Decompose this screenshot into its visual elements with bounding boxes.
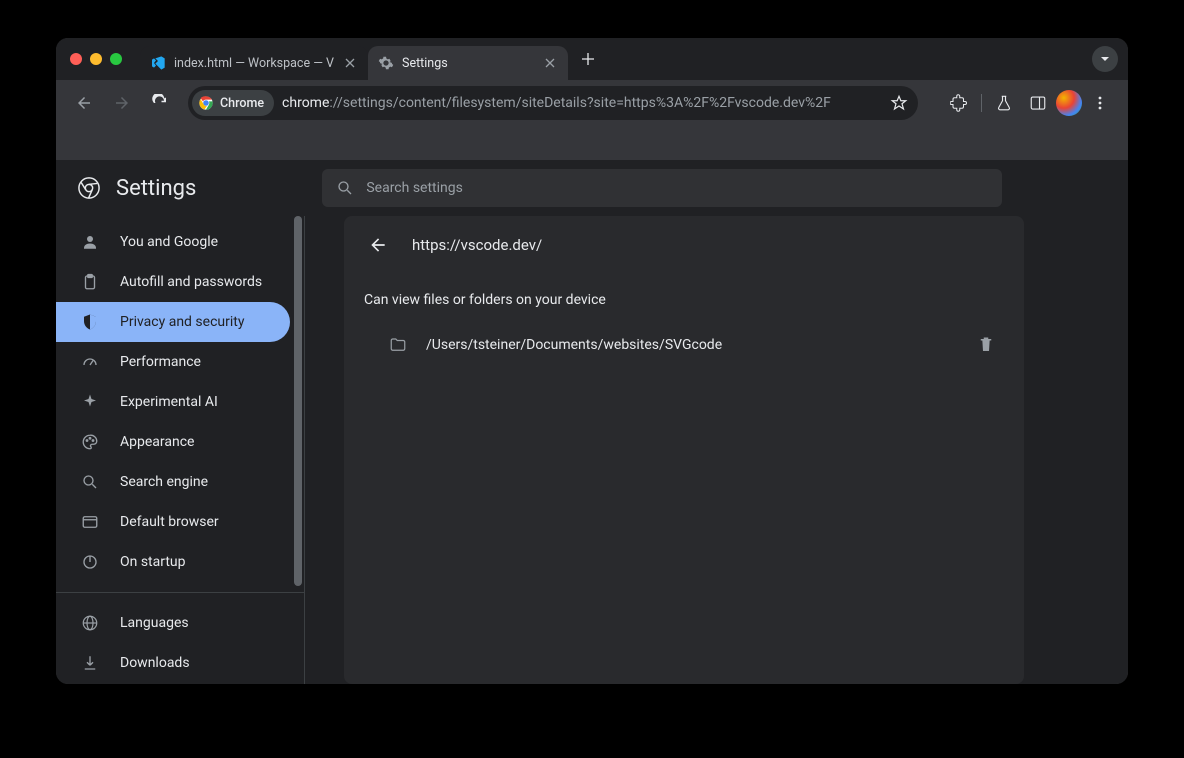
site-url: https://vscode.dev/ xyxy=(412,236,542,254)
search-placeholder: Search settings xyxy=(366,180,463,196)
labs-button[interactable] xyxy=(988,87,1020,119)
url-text: chrome://settings/content/filesystem/sit… xyxy=(282,95,884,111)
profile-avatar[interactable] xyxy=(1056,90,1082,116)
sidebar-item-label: Privacy and security xyxy=(120,314,244,330)
sidebar-item-on-startup[interactable]: On startup xyxy=(56,542,290,582)
sidebar-scrollbar[interactable] xyxy=(292,216,304,684)
divider xyxy=(981,94,982,112)
window-menu-button[interactable] xyxy=(1092,46,1118,72)
section-label: Can view files or folders on your device xyxy=(344,274,1024,318)
palette-icon xyxy=(80,432,100,452)
sidebar-item-label: Performance xyxy=(120,354,201,370)
chrome-logo-icon xyxy=(78,177,100,199)
file-path: /Users/tsteiner/Documents/websites/SVGco… xyxy=(426,337,950,353)
clipboard-icon xyxy=(80,272,100,292)
browser-toolbar: Chrome chrome://settings/content/filesys… xyxy=(56,80,1128,126)
tab-vscode[interactable]: index.html — Workspace — V xyxy=(140,46,368,80)
person-icon xyxy=(80,232,100,252)
sidebar-item-downloads[interactable]: Downloads xyxy=(56,643,290,683)
back-button[interactable] xyxy=(362,229,394,261)
sidebar-item-languages[interactable]: Languages xyxy=(56,603,290,643)
globe-icon xyxy=(80,613,100,633)
menu-button[interactable] xyxy=(1084,87,1116,119)
search-icon xyxy=(80,472,100,492)
back-button[interactable] xyxy=(68,87,100,119)
folder-icon xyxy=(388,336,408,354)
browser-icon xyxy=(80,512,100,532)
power-icon xyxy=(80,552,100,572)
sidebar-item-label: Downloads xyxy=(120,655,190,671)
vscode-icon xyxy=(150,55,166,71)
close-icon[interactable] xyxy=(342,55,358,71)
toolbar-gap xyxy=(56,126,1128,160)
page-title: Settings xyxy=(116,176,196,201)
chip-label: Chrome xyxy=(220,96,264,111)
bookmark-button[interactable] xyxy=(884,94,914,112)
reload-button[interactable] xyxy=(144,87,176,119)
delete-button[interactable] xyxy=(968,327,1004,363)
file-entry-row: /Users/tsteiner/Documents/websites/SVGco… xyxy=(344,318,1024,372)
extensions-button[interactable] xyxy=(943,87,975,119)
sidebar-item-experimental-ai[interactable]: Experimental AI xyxy=(56,382,290,422)
sidebar-item-default-browser[interactable]: Default browser xyxy=(56,502,290,542)
new-tab-button[interactable] xyxy=(574,45,602,73)
download-icon xyxy=(80,653,100,673)
side-panel-button[interactable] xyxy=(1022,87,1054,119)
card-header: https://vscode.dev/ xyxy=(344,216,1024,274)
shield-icon xyxy=(80,312,100,332)
sidebar-item-label: Default browser xyxy=(120,514,219,530)
site-chip[interactable]: Chrome xyxy=(192,90,274,116)
sidebar-item-label: Languages xyxy=(120,615,189,631)
tab-strip: index.html — Workspace — V Settings xyxy=(56,38,1128,80)
sidebar-item-label: Autofill and passwords xyxy=(120,274,262,290)
window-minimize-button[interactable] xyxy=(90,53,102,65)
search-icon xyxy=(336,179,354,197)
sidebar-item-label: On startup xyxy=(120,554,186,570)
forward-button[interactable] xyxy=(106,87,138,119)
divider xyxy=(56,592,304,593)
sidebar-item-label: Experimental AI xyxy=(120,394,218,410)
scrollbar-thumb[interactable] xyxy=(294,216,302,586)
chrome-icon xyxy=(198,95,214,111)
sidebar-item-autofill[interactable]: Autofill and passwords xyxy=(56,262,290,302)
sidebar-item-label: Appearance xyxy=(120,434,194,450)
speed-icon xyxy=(80,352,100,372)
sidebar-item-label: Search engine xyxy=(120,474,208,490)
window-maximize-button[interactable] xyxy=(110,53,122,65)
settings-main-panel: https://vscode.dev/ Can view files or fo… xyxy=(304,216,1128,684)
site-details-card: https://vscode.dev/ Can view files or fo… xyxy=(344,216,1024,684)
browser-window: index.html — Workspace — V Settings xyxy=(56,38,1128,684)
sidebar-item-label: You and Google xyxy=(120,234,218,250)
window-close-button[interactable] xyxy=(70,53,82,65)
close-icon[interactable] xyxy=(542,55,558,71)
divider xyxy=(304,216,305,684)
address-bar[interactable]: Chrome chrome://settings/content/filesys… xyxy=(188,86,918,120)
tab-title: Settings xyxy=(402,56,534,71)
search-settings-input[interactable]: Search settings xyxy=(322,169,1002,207)
sidebar-item-search-engine[interactable]: Search engine xyxy=(56,462,290,502)
sidebar-item-you-and-google[interactable]: You and Google xyxy=(56,222,290,262)
window-controls xyxy=(70,53,122,65)
page-content: Settings Search settings You and Google xyxy=(56,160,1128,684)
gear-icon xyxy=(378,55,394,71)
tab-title: index.html — Workspace — V xyxy=(174,56,334,71)
sparkle-icon xyxy=(80,392,100,412)
settings-sidebar: You and Google Autofill and passwords Pr… xyxy=(56,216,304,684)
sidebar-item-performance[interactable]: Performance xyxy=(56,342,290,382)
settings-header: Settings Search settings xyxy=(56,160,1128,216)
tab-settings[interactable]: Settings xyxy=(368,46,568,80)
sidebar-item-privacy-security[interactable]: Privacy and security xyxy=(56,302,290,342)
sidebar-item-appearance[interactable]: Appearance xyxy=(56,422,290,462)
toolbar-actions xyxy=(943,87,1116,119)
